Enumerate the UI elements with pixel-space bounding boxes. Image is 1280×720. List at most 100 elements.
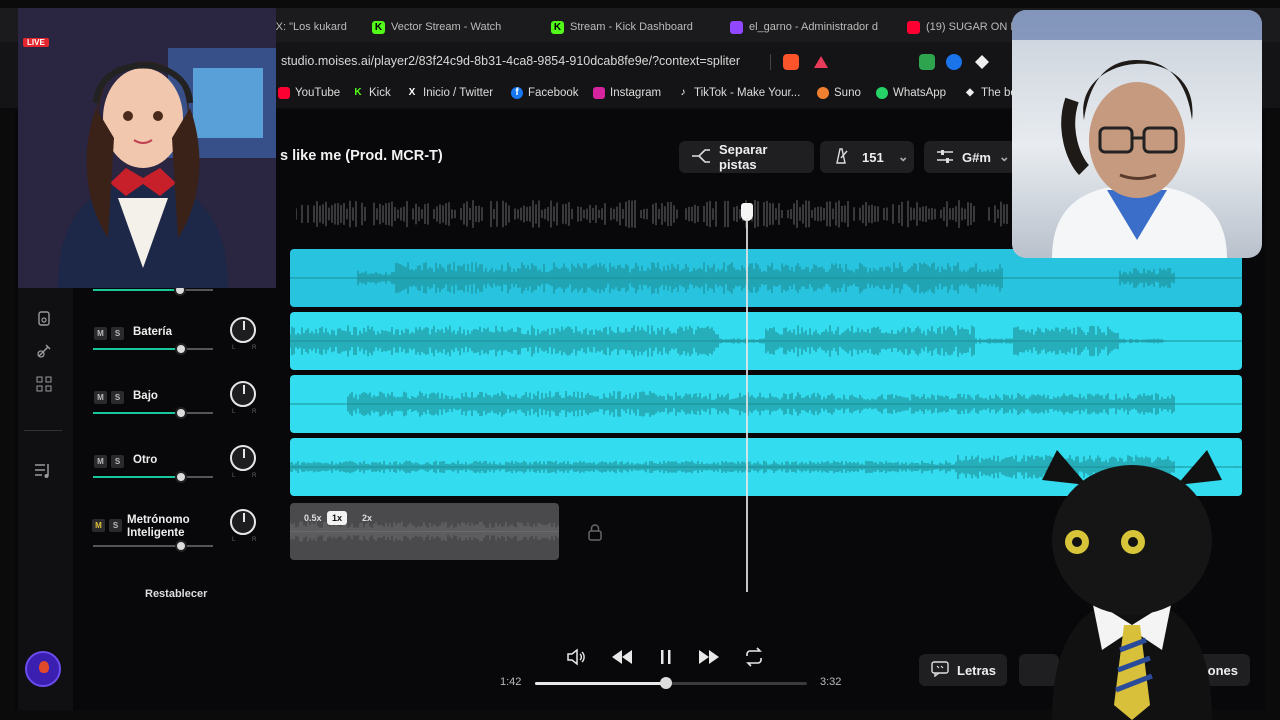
volume-knob[interactable]: [174, 343, 187, 355]
separate-label: Separar pistas: [719, 142, 768, 172]
pan-left-label: L: [232, 537, 236, 543]
volume-knob[interactable]: [174, 471, 187, 483]
speed-1x[interactable]: 1x: [327, 511, 348, 525]
solo-button[interactable]: S: [109, 519, 122, 532]
guitar-icon[interactable]: [36, 343, 52, 359]
pause-icon[interactable]: [656, 647, 676, 672]
instagram-icon: [593, 87, 605, 99]
key-selector[interactable]: G#m ⌄: [924, 141, 1016, 173]
speed-2x[interactable]: 2x: [357, 511, 377, 525]
tab-kick-dashboard[interactable]: K Stream - Kick Dashboard: [551, 16, 703, 38]
x-icon: X: [408, 87, 416, 98]
bookmark-label: YouTube: [295, 87, 341, 99]
bookmark-twitter[interactable]: X Inicio / Twitter: [406, 87, 493, 99]
rewind-icon[interactable]: [610, 647, 634, 672]
youtube-icon: [278, 87, 290, 99]
volume-knob[interactable]: [174, 540, 187, 552]
pan-knob[interactable]: [230, 509, 256, 535]
pan-right-label: R: [252, 345, 257, 351]
bookmark-the-be[interactable]: ◆ The be: [964, 87, 1017, 99]
mute-button[interactable]: M: [94, 327, 107, 340]
webcam-overlay-streamer: [1012, 10, 1262, 258]
bookmark-instagram[interactable]: Instagram: [593, 87, 661, 99]
lane-waveform-bateria[interactable]: [290, 312, 1242, 370]
bpm-selector[interactable]: 151 ⌄: [820, 141, 914, 173]
avatar-figure: [18, 8, 276, 288]
bpm-value: 151: [862, 149, 884, 165]
total-time: 3:32: [820, 676, 842, 688]
bookmark-facebook[interactable]: f Facebook: [511, 87, 579, 99]
pan-knob[interactable]: [230, 445, 256, 471]
bookmark-suno[interactable]: Suno: [817, 87, 861, 99]
seek-knob[interactable]: [659, 677, 672, 689]
tab-youtube[interactable]: (19) SUGAR ON M: [907, 16, 1017, 38]
seek-bar[interactable]: [535, 677, 807, 689]
bookmark-icon: ◆: [966, 87, 974, 98]
solo-button[interactable]: S: [111, 455, 124, 468]
speed-0-5x[interactable]: 0.5x: [299, 511, 327, 525]
overview-bars: [296, 200, 1008, 228]
volume-knob[interactable]: [174, 407, 187, 419]
extension-blue-icon[interactable]: [946, 54, 962, 70]
volume-slider[interactable]: [93, 540, 213, 552]
tab-vector-stream[interactable]: K Vector Stream - Watch: [372, 16, 524, 38]
lyrics-button[interactable]: Letras: [919, 654, 1007, 686]
volume-slider[interactable]: [93, 471, 213, 483]
track-control-metronomo: M S Metrónomo Inteligente L R: [92, 509, 262, 569]
bookmark-label: Kick: [369, 87, 391, 99]
volume-icon[interactable]: [566, 647, 586, 672]
key-sliders-icon: [936, 148, 954, 167]
bookmark-youtube[interactable]: YouTube: [278, 87, 340, 99]
solo-button[interactable]: S: [111, 391, 124, 404]
bookmark-kick[interactable]: K Kick: [352, 87, 391, 99]
volume-fill: [93, 545, 181, 547]
chevron-down-icon: ⌄: [998, 149, 1010, 164]
reset-button[interactable]: Restablecer: [145, 588, 207, 600]
metronome-icon: [832, 147, 850, 168]
volume-slider[interactable]: [93, 407, 213, 419]
brave-shield-icon[interactable]: [783, 54, 799, 70]
brave-rewards-icon[interactable]: [813, 54, 829, 70]
pan-right-label: R: [252, 473, 257, 479]
extension-green-icon[interactable]: [919, 54, 935, 70]
metronome-lane-locked: 0.5x 1x 2x: [290, 503, 559, 560]
waveform: [290, 325, 1242, 357]
url-text[interactable]: studio.moises.ai/player2/83f24c9d-8b31-4…: [281, 54, 740, 68]
volume-slider-hidden-track[interactable]: [93, 284, 213, 296]
metronome-icon[interactable]: [36, 310, 52, 326]
tab-label: (19) SUGAR ON M: [926, 21, 1017, 33]
loop-icon[interactable]: [743, 647, 765, 672]
bookmark-tiktok[interactable]: ♪ TikTok - Make Your...: [677, 87, 801, 99]
solo-button[interactable]: S: [111, 327, 124, 340]
tab-label: Stream - Kick Dashboard: [570, 21, 693, 33]
avatar[interactable]: [25, 651, 61, 687]
mute-button[interactable]: M: [92, 519, 105, 532]
suno-icon: [817, 87, 829, 99]
fast-forward-icon[interactable]: [697, 647, 721, 672]
lyrics-chat-icon: [931, 660, 949, 680]
tab-label: Vector Stream - Watch: [391, 21, 502, 33]
extension-diamond-icon[interactable]: [974, 54, 990, 70]
tab-twitch-admin[interactable]: el_garno - Administrador d: [730, 16, 885, 38]
lyrics-list-icon[interactable]: [34, 462, 52, 480]
volume-fill: [93, 476, 181, 478]
pan-knob[interactable]: [230, 317, 256, 343]
lock-icon[interactable]: [587, 523, 603, 541]
key-value: G#m: [962, 149, 991, 165]
bookmark-label: Inicio / Twitter: [423, 87, 494, 99]
pan-right-label: R: [252, 537, 257, 543]
pan-knob[interactable]: [230, 381, 256, 407]
mute-button[interactable]: M: [94, 455, 107, 468]
grid-apps-icon[interactable]: [36, 376, 52, 392]
volume-slider[interactable]: [93, 343, 213, 355]
cat-figure: [1042, 450, 1222, 720]
whatsapp-icon: [876, 87, 888, 99]
separate-tracks-button[interactable]: Separar pistas: [679, 141, 814, 173]
song-title: s like me (Prod. MCR-T): [280, 148, 443, 164]
volume-fill: [93, 348, 181, 350]
bookmark-whatsapp[interactable]: WhatsApp: [876, 87, 946, 99]
mute-button[interactable]: M: [94, 391, 107, 404]
song-overview-waveform[interactable]: [296, 200, 1016, 228]
lane-waveform-bajo[interactable]: [290, 375, 1242, 433]
left-rail: [18, 260, 73, 710]
